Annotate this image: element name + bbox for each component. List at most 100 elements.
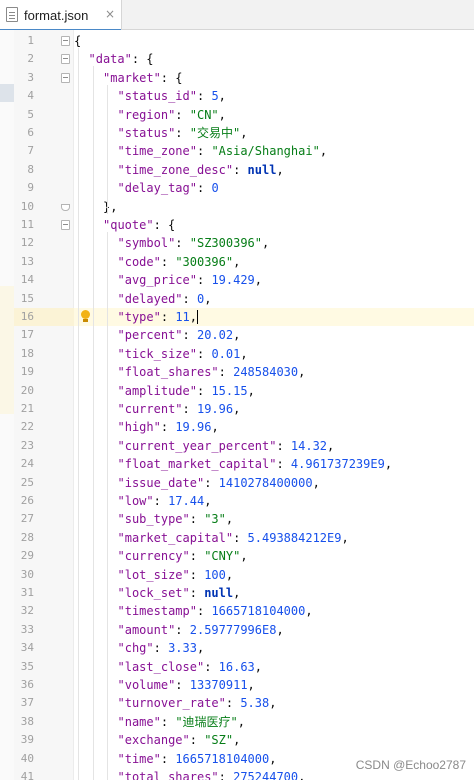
code-line[interactable]: 10}, xyxy=(0,198,474,216)
json-punctuation: , xyxy=(269,751,277,766)
fold-toggle-icon[interactable] xyxy=(61,54,70,65)
code-line[interactable]: 30 "lot_size": 100, xyxy=(0,566,474,584)
json-punctuation: : xyxy=(153,494,169,508)
code-line[interactable]: 24 "float_market_capital": 4.961737239E9, xyxy=(0,455,474,473)
code-line[interactable]: 2 "data": { xyxy=(0,50,474,68)
json-key: "data" xyxy=(88,52,132,67)
json-key: "last_close" xyxy=(117,659,205,674)
code-line[interactable]: 4 "status_id": 5, xyxy=(0,87,474,105)
json-string: "3" xyxy=(204,512,226,527)
code-line[interactable]: 26 "low": 17.44, xyxy=(0,492,474,510)
code-content: "current_year_percent": 14.32, xyxy=(118,437,335,455)
code-line[interactable]: 5 "region": "CN", xyxy=(0,106,474,124)
text-caret xyxy=(197,310,198,324)
json-punctuation: , xyxy=(233,586,241,600)
code-line[interactable]: 37 "turnover_rate": 5.38, xyxy=(0,694,474,712)
code-content: "low": 17.44, xyxy=(118,492,212,510)
json-key: "turnover_rate" xyxy=(117,696,226,711)
code-line[interactable]: 39 "exchange": "SZ", xyxy=(0,731,474,749)
json-punctuation: , xyxy=(276,162,284,177)
json-number: 17.44 xyxy=(168,494,205,508)
json-punctuation: , xyxy=(262,236,270,251)
json-key: "time_zone_desc" xyxy=(117,162,234,177)
json-number: 3.33 xyxy=(168,641,197,656)
line-number: 17 xyxy=(20,328,34,342)
intention-bulb-icon[interactable] xyxy=(80,310,90,324)
code-line[interactable]: 14 "avg_price": 19.429, xyxy=(0,271,474,289)
code-line[interactable]: 25 "issue_date": 1410278400000, xyxy=(0,474,474,492)
json-punctuation: : xyxy=(175,678,190,692)
json-key: "percent" xyxy=(117,328,183,343)
code-editor[interactable]: 1{2 "data": {3 "market": {4 "status_id": 5,… xyxy=(0,30,474,780)
code-line[interactable]: 3 "market": { xyxy=(0,69,474,87)
json-punctuation: : { xyxy=(131,52,154,67)
code-line[interactable]: 12 "symbol": "SZ300396", xyxy=(0,234,474,252)
json-number: 13370911 xyxy=(189,678,248,692)
json-key: "region" xyxy=(117,107,176,122)
code-line[interactable]: 8 "time_zone_desc": null, xyxy=(0,161,474,179)
json-key: "lock_set" xyxy=(117,586,190,600)
json-key: "total_shares" xyxy=(117,770,219,780)
code-content: "timestamp": 1665718104000, xyxy=(118,602,313,620)
line-number: 2 xyxy=(27,52,34,66)
tab-title: format.json xyxy=(24,7,89,23)
line-number: 14 xyxy=(20,273,34,287)
code-line[interactable]: 28 "market_capital": 5.493884212E9, xyxy=(0,529,474,547)
json-number: 1665718104000 xyxy=(175,751,270,766)
code-line[interactable]: 34 "chg": 3.33, xyxy=(0,639,474,657)
editor-tab-bar: format.json × xyxy=(0,0,474,31)
code-line[interactable]: 38 "name": "迪瑞医疗", xyxy=(0,713,474,731)
code-line[interactable]: 21 "current": 19.96, xyxy=(0,400,474,418)
json-punctuation: : xyxy=(160,310,176,324)
watermark: CSDN @Echoo2787 xyxy=(355,758,466,772)
fold-toggle-icon[interactable] xyxy=(61,220,70,230)
line-number: 26 xyxy=(20,494,34,507)
json-punctuation: : { xyxy=(153,218,176,232)
line-number: 39 xyxy=(20,733,34,747)
json-key: "currency" xyxy=(117,549,190,564)
code-line[interactable]: 33 "amount": 2.59777996E8, xyxy=(0,621,474,639)
json-punctuation: : xyxy=(182,328,197,343)
line-number: 18 xyxy=(20,346,34,360)
code-line[interactable]: 13 "code": "300396", xyxy=(0,253,474,271)
json-punctuation: , xyxy=(225,567,234,582)
code-line[interactable]: 35 "last_close": 16.63, xyxy=(0,658,474,676)
code-line[interactable]: 16 "type": 11, xyxy=(0,308,474,327)
code-line[interactable]: 27 "sub_type": "3", xyxy=(0,510,474,528)
json-punctuation: : xyxy=(276,438,291,453)
tab-format-json[interactable]: format.json × xyxy=(0,0,122,31)
line-number: 5 xyxy=(27,107,34,121)
json-key: "chg" xyxy=(117,641,154,656)
json-punctuation: , xyxy=(196,641,205,656)
json-punctuation: : xyxy=(175,107,190,122)
code-line[interactable]: 1{ xyxy=(0,32,474,50)
json-punctuation: , xyxy=(298,365,306,380)
fold-toggle-icon[interactable] xyxy=(61,36,70,46)
code-line[interactable]: 20 "amplitude": 15.15, xyxy=(0,382,474,400)
json-punctuation: : xyxy=(196,273,212,288)
json-string: "Asia/Shanghai" xyxy=(211,144,320,159)
code-content: "time_zone_desc": null, xyxy=(118,161,284,179)
code-line[interactable]: 11 "quote": { xyxy=(0,216,474,234)
code-line[interactable]: 6 "status": "交易中", xyxy=(0,124,474,142)
code-content: "delay_tag": 0 xyxy=(118,179,219,197)
code-line[interactable]: 19 "float_shares": 248584030, xyxy=(0,363,474,381)
code-line[interactable]: 29 "currency": "CNY", xyxy=(0,547,474,565)
line-number: 41 xyxy=(20,770,34,780)
code-line[interactable]: 17 "percent": 20.02, xyxy=(0,326,474,344)
json-punctuation: , xyxy=(240,549,248,564)
code-line[interactable]: 9 "delay_tag": 0 xyxy=(0,179,474,197)
close-tab-icon[interactable]: × xyxy=(105,7,115,21)
code-line[interactable]: 22 "high": 19.96, xyxy=(0,418,474,436)
code-line[interactable]: 15 "delayed": 0, xyxy=(0,290,474,308)
fold-toggle-icon[interactable] xyxy=(61,72,70,83)
code-line[interactable]: 7 "time_zone": "Asia/Shanghai", xyxy=(0,142,474,160)
code-line[interactable]: 23 "current_year_percent": 14.32, xyxy=(0,437,474,455)
code-line[interactable]: 32 "timestamp": 1665718104000, xyxy=(0,602,474,620)
json-punctuation: , xyxy=(204,494,212,508)
fold-end-icon[interactable] xyxy=(61,203,70,211)
code-line[interactable]: 36 "volume": 13370911, xyxy=(0,676,474,694)
code-line[interactable]: 31 "lock_set": null, xyxy=(0,584,474,602)
code-line[interactable]: 18 "tick_size": 0.01, xyxy=(0,345,474,363)
json-number: 1410278400000 xyxy=(218,475,313,490)
